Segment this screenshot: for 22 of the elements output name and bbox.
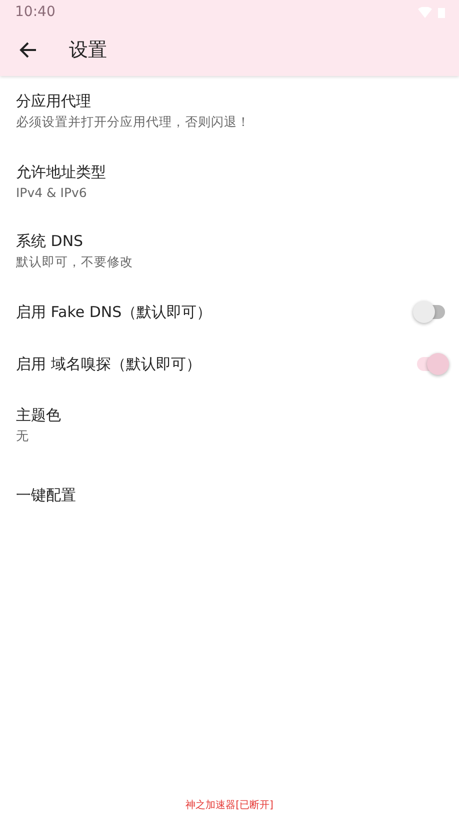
back-arrow-icon bbox=[19, 41, 37, 59]
settings-item[interactable]: 主题色 无 bbox=[0, 390, 459, 460]
setting-title: 启用 域名嗅探（默认即可） bbox=[16, 354, 202, 374]
setting-summary: 默认即可，不要修改 bbox=[16, 254, 134, 270]
settings-item[interactable]: 分应用代理 必须设置并打开分应用代理，否则闪退！ bbox=[0, 76, 459, 146]
setting-summary: 必须设置并打开分应用代理，否则闪退！ bbox=[16, 114, 251, 130]
settings-item[interactable]: 系统 DNS 默认即可，不要修改 bbox=[0, 216, 459, 286]
setting-title: 分应用代理 bbox=[16, 92, 92, 110]
setting-title: 启用 Fake DNS（默认即可） bbox=[16, 302, 213, 322]
settings-item[interactable]: 启用 域名嗅探（默认即可） bbox=[0, 338, 459, 390]
app-bar-title: 设置 bbox=[69, 38, 107, 63]
settings-item[interactable]: 允许地址类型 IPv4 & IPv6 bbox=[0, 146, 459, 216]
settings-item[interactable]: 启用 Fake DNS（默认即可） bbox=[0, 286, 459, 338]
settings-item[interactable]: 一键配置 bbox=[0, 460, 459, 530]
connection-status: 神之加速器[已断开] bbox=[186, 800, 274, 811]
setting-title: 主题色 bbox=[16, 406, 62, 424]
setting-title: 一键配置 bbox=[16, 486, 77, 504]
setting-summary: IPv4 & IPv6 bbox=[16, 184, 88, 200]
setting-title: 系统 DNS bbox=[16, 232, 84, 250]
setting-title: 允许地址类型 bbox=[16, 162, 107, 182]
status-time: 10:40 bbox=[15, 4, 56, 20]
setting-summary: 无 bbox=[16, 428, 30, 444]
